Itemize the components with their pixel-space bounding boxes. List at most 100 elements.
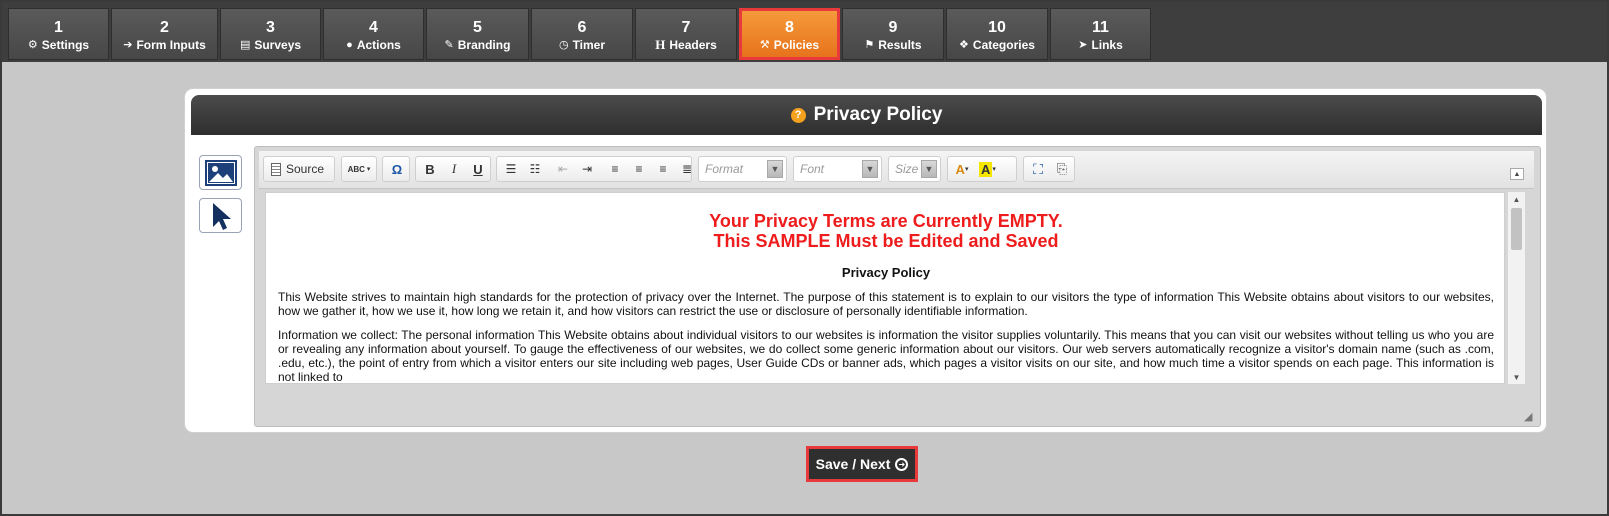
outdent-icon[interactable]: ⇤: [553, 158, 573, 180]
save-next-button[interactable]: Save / Next ➜: [806, 446, 918, 482]
tab-label: Timer: [572, 38, 606, 52]
align-right-icon[interactable]: ≡: [653, 158, 673, 180]
align-center-icon[interactable]: ≡: [629, 158, 649, 180]
tab-number: 8: [785, 19, 794, 36]
tab-number: 4: [369, 19, 378, 36]
tab-number: 7: [681, 19, 691, 36]
tab-number: 1: [54, 19, 63, 36]
size-placeholder: Size: [895, 162, 919, 176]
tab-actions[interactable]: 4 ● Actions: [323, 8, 424, 60]
color-group: A ▾ A ▾: [947, 156, 1017, 182]
pointer-icon: ➤: [1078, 39, 1088, 51]
tab-surveys[interactable]: 3 ▤ Surveys: [220, 8, 321, 60]
insert-link-button[interactable]: [199, 198, 242, 233]
tab-results[interactable]: 9 ⚑ Results: [842, 8, 944, 60]
editor-content[interactable]: Your Privacy Terms are Currently EMPTY. …: [265, 192, 1505, 384]
tools-group: ⛶ ⎘: [1023, 156, 1075, 182]
tab-timer[interactable]: 6 ◷ Timer: [531, 8, 633, 60]
tab-branding[interactable]: 5 ✎ Branding: [426, 8, 529, 60]
gear-icon: ⚙: [27, 39, 38, 51]
arrow-circle-right-icon: ➜: [895, 457, 909, 471]
tab-label: Policies: [773, 38, 820, 52]
tab-label: Branding: [457, 38, 511, 52]
spellcheck-group: ABC ▾: [341, 156, 377, 182]
format-select[interactable]: Format ▼: [698, 156, 787, 182]
align-left-icon[interactable]: ≡: [605, 158, 625, 180]
tab-label: Links: [1091, 38, 1123, 52]
brush-icon: ✎: [444, 39, 454, 51]
tab-label: Results: [878, 38, 922, 52]
text-color-button[interactable]: A ▾: [952, 158, 972, 180]
policy-panel: ? Privacy Policy Source ABC ▾ Ω B I U ☰ …: [184, 88, 1547, 433]
rich-text-editor: Source ABC ▾ Ω B I U ☰ ☷ ⇤ ⇥ ≡ ≡ ≡ ≣ For…: [254, 146, 1541, 427]
tab-number: 10: [988, 19, 1006, 36]
tab-categories[interactable]: 10 ❖ Categories: [946, 8, 1048, 60]
numbered-list-icon[interactable]: ☰: [501, 158, 521, 180]
tab-form-inputs[interactable]: 2 ➔ Form Inputs: [111, 8, 218, 60]
help-icon[interactable]: ?: [790, 107, 806, 123]
document-heading: Privacy Policy: [841, 265, 931, 280]
size-select[interactable]: Size ▼: [888, 156, 941, 182]
align-justify-icon[interactable]: ≣: [677, 158, 697, 180]
tab-label: Form Inputs: [136, 38, 206, 52]
tab-label: Surveys: [254, 38, 302, 52]
clock-icon: ◷: [558, 39, 569, 51]
flag-icon: ⚑: [864, 39, 875, 51]
bg-color-icon: A: [979, 161, 993, 177]
bg-color-button[interactable]: A ▾: [976, 158, 999, 180]
scroll-down-icon[interactable]: ▼: [1508, 370, 1525, 384]
panel-title: Privacy Policy: [813, 104, 943, 125]
step-tab-bar: 1 ⚙ Settings 2 ➔ Form Inputs 3 ▤ Surveys 4 …: [2, 2, 1607, 62]
indent-icon[interactable]: ⇥: [577, 158, 597, 180]
tab-label: Headers: [669, 38, 717, 52]
source-button[interactable]: Source: [268, 158, 327, 180]
save-next-label: Save / Next: [815, 456, 891, 472]
gavel-icon: ⚒: [759, 39, 770, 51]
pointer-icon: [212, 202, 231, 230]
tab-settings[interactable]: 1 ⚙ Settings: [8, 8, 109, 60]
font-select[interactable]: Font ▼: [793, 156, 882, 182]
bold-button[interactable]: B: [420, 158, 440, 180]
cubes-icon: ❖: [959, 39, 969, 51]
warning-line-1: Your Privacy Terms are Currently EMPTY.: [709, 211, 1063, 231]
tab-number: 2: [160, 19, 169, 36]
text-color-icon: A: [955, 161, 965, 177]
resize-handle-icon[interactable]: ◢: [1524, 410, 1536, 423]
tab-links[interactable]: 11 ➤ Links: [1050, 8, 1151, 60]
insert-image-button[interactable]: [199, 155, 242, 190]
paragraph-group: ☰ ☷ ⇤ ⇥ ≡ ≡ ≡ ≣: [496, 156, 692, 182]
show-blocks-icon[interactable]: ⎘: [1052, 158, 1072, 180]
source-label: Source: [286, 162, 325, 176]
spellcheck-icon: ABC: [347, 164, 365, 174]
panel-header: ? Privacy Policy: [191, 95, 1542, 135]
editor-scrollbar[interactable]: ▲ ▼: [1507, 192, 1525, 384]
warning-line-2: This SAMPLE Must be Edited and Saved: [713, 231, 1059, 251]
italic-button[interactable]: I: [444, 158, 464, 180]
tab-number: 9: [888, 19, 898, 36]
user-icon: ●: [346, 39, 353, 51]
collapse-toolbar-button[interactable]: ▲: [1510, 168, 1524, 180]
source-group: Source: [263, 156, 335, 182]
maximize-icon[interactable]: ⛶: [1028, 158, 1048, 180]
tab-number: 3: [266, 19, 275, 36]
spellcheck-button[interactable]: ABC ▾: [346, 158, 372, 180]
header-icon: H: [655, 37, 666, 52]
font-placeholder: Font: [800, 162, 825, 176]
tab-headers[interactable]: 7 H Headers: [635, 8, 737, 60]
image-icon: [204, 159, 237, 186]
chevron-down-icon: ▼: [767, 160, 783, 178]
tab-label: Settings: [41, 38, 90, 52]
tab-number: 11: [1092, 19, 1109, 36]
bulleted-list-icon[interactable]: ☷: [525, 158, 545, 180]
tab-policies[interactable]: 8 ⚒ Policies: [739, 8, 840, 60]
policy-paragraph: This Website strives to maintain high st…: [278, 290, 1494, 318]
tab-label: Actions: [356, 38, 401, 52]
special-char-group: Ω: [382, 156, 410, 182]
scroll-up-icon[interactable]: ▲: [1508, 192, 1525, 206]
tab-label: Categories: [972, 38, 1035, 52]
scroll-thumb[interactable]: [1511, 208, 1522, 250]
document-icon: [271, 162, 281, 176]
list-icon: ▤: [239, 39, 251, 51]
special-char-button[interactable]: Ω: [387, 158, 407, 180]
underline-button[interactable]: U: [468, 158, 488, 180]
